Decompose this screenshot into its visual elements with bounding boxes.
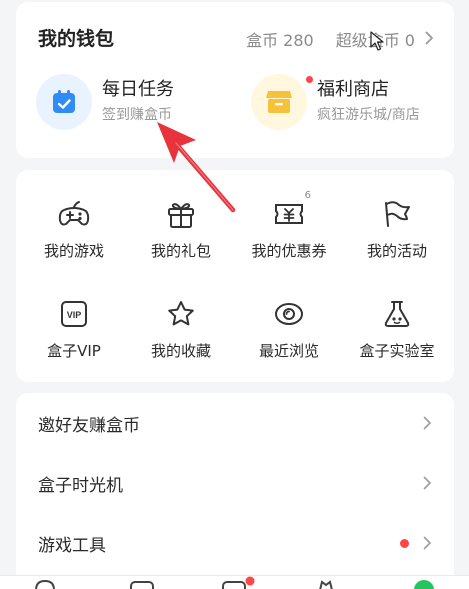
grid-item-my-games[interactable]: 我的游戏 — [19, 194, 129, 261]
star-icon — [161, 294, 201, 334]
coupon-icon: 6 — [269, 190, 311, 234]
flask-icon — [377, 294, 417, 334]
calendar-icon — [36, 74, 92, 130]
grid-item-my-coupons[interactable]: 6 我的优惠券 — [234, 190, 344, 261]
vip-icon: VIP — [54, 294, 94, 334]
list-item-label: 邀好友赚盒币 — [38, 415, 140, 436]
welfare-shop-title: 福利商店 — [317, 79, 389, 100]
grid-item-box-vip[interactable]: VIP 盒子VIP — [19, 294, 129, 361]
list-item-time-machine[interactable]: 盒子时光机 — [16, 453, 454, 513]
grid-item-label: 最近浏览 — [258, 342, 319, 360]
shop-icon — [251, 74, 313, 130]
chevron-right-icon — [423, 416, 432, 430]
list-item-label: 盒子时光机 — [38, 475, 123, 496]
eye-icon — [269, 294, 309, 334]
flag-icon — [377, 194, 417, 234]
grid-item-my-favorites[interactable]: 我的收藏 — [126, 294, 236, 361]
notification-dot — [306, 76, 313, 83]
grid-item-recent-views[interactable]: 最近浏览 — [234, 294, 344, 361]
grid-item-label: 我的礼包 — [150, 242, 211, 260]
daily-task-title: 每日任务 — [102, 79, 174, 100]
grid-item-label: 我的游戏 — [43, 242, 104, 260]
welfare-shop-button[interactable]: 福利商店 疯狂游乐城/商店 — [251, 74, 420, 130]
chevron-right-icon — [423, 476, 432, 490]
welfare-shop-subtitle: 疯狂游乐城/商店 — [317, 107, 420, 123]
grid-item-my-gifts[interactable]: 我的礼包 — [126, 194, 236, 261]
daily-task-button[interactable]: 每日任务 签到赚盒币 — [36, 74, 174, 130]
chevron-right-icon — [423, 536, 432, 550]
coupon-count-badge: 6 — [304, 190, 311, 201]
daily-task-subtitle: 签到赚盒币 — [102, 107, 172, 123]
wallet-balance[interactable]: 盒币 280 超级盒币 0 — [246, 27, 434, 51]
grid-item-label: 我的优惠券 — [251, 242, 327, 260]
bottom-tab-bar — [0, 575, 469, 589]
grid-item-label: 我的活动 — [366, 242, 427, 260]
chevron-right-icon — [425, 30, 434, 49]
list-item-invite-friends[interactable]: 邀好友赚盒币 — [16, 393, 454, 453]
shortcut-grid-card: 我的游戏 我的礼包 6 我的优惠券 我的活动 VIP 盒子VIP 我的收藏 最近… — [16, 170, 454, 382]
coins-balance: 盒币 280 — [246, 31, 314, 50]
grid-item-label: 盒子VIP — [47, 342, 101, 360]
list-item-game-tools[interactable]: 游戏工具 — [16, 513, 454, 573]
notification-dot — [400, 538, 409, 548]
grid-item-my-activities[interactable]: 我的活动 — [342, 194, 452, 261]
wallet-card: 我的钱包 盒币 280 超级盒币 0 每日任务 签到赚盒币 福利商店 疯狂游乐城… — [16, 2, 454, 158]
gamepad-icon — [54, 194, 94, 234]
wallet-title: 我的钱包 — [38, 28, 115, 50]
svg-text:VIP: VIP — [67, 310, 82, 320]
grid-item-label: 我的收藏 — [150, 342, 211, 360]
mouse-cursor-icon — [370, 31, 384, 51]
gift-icon — [161, 194, 201, 234]
grid-item-label: 盒子实验室 — [359, 342, 435, 360]
settings-list-card: 邀好友赚盒币 盒子时光机 游戏工具 — [16, 393, 454, 589]
list-item-label: 游戏工具 — [38, 535, 106, 556]
grid-item-box-lab[interactable]: 盒子实验室 — [342, 294, 452, 361]
